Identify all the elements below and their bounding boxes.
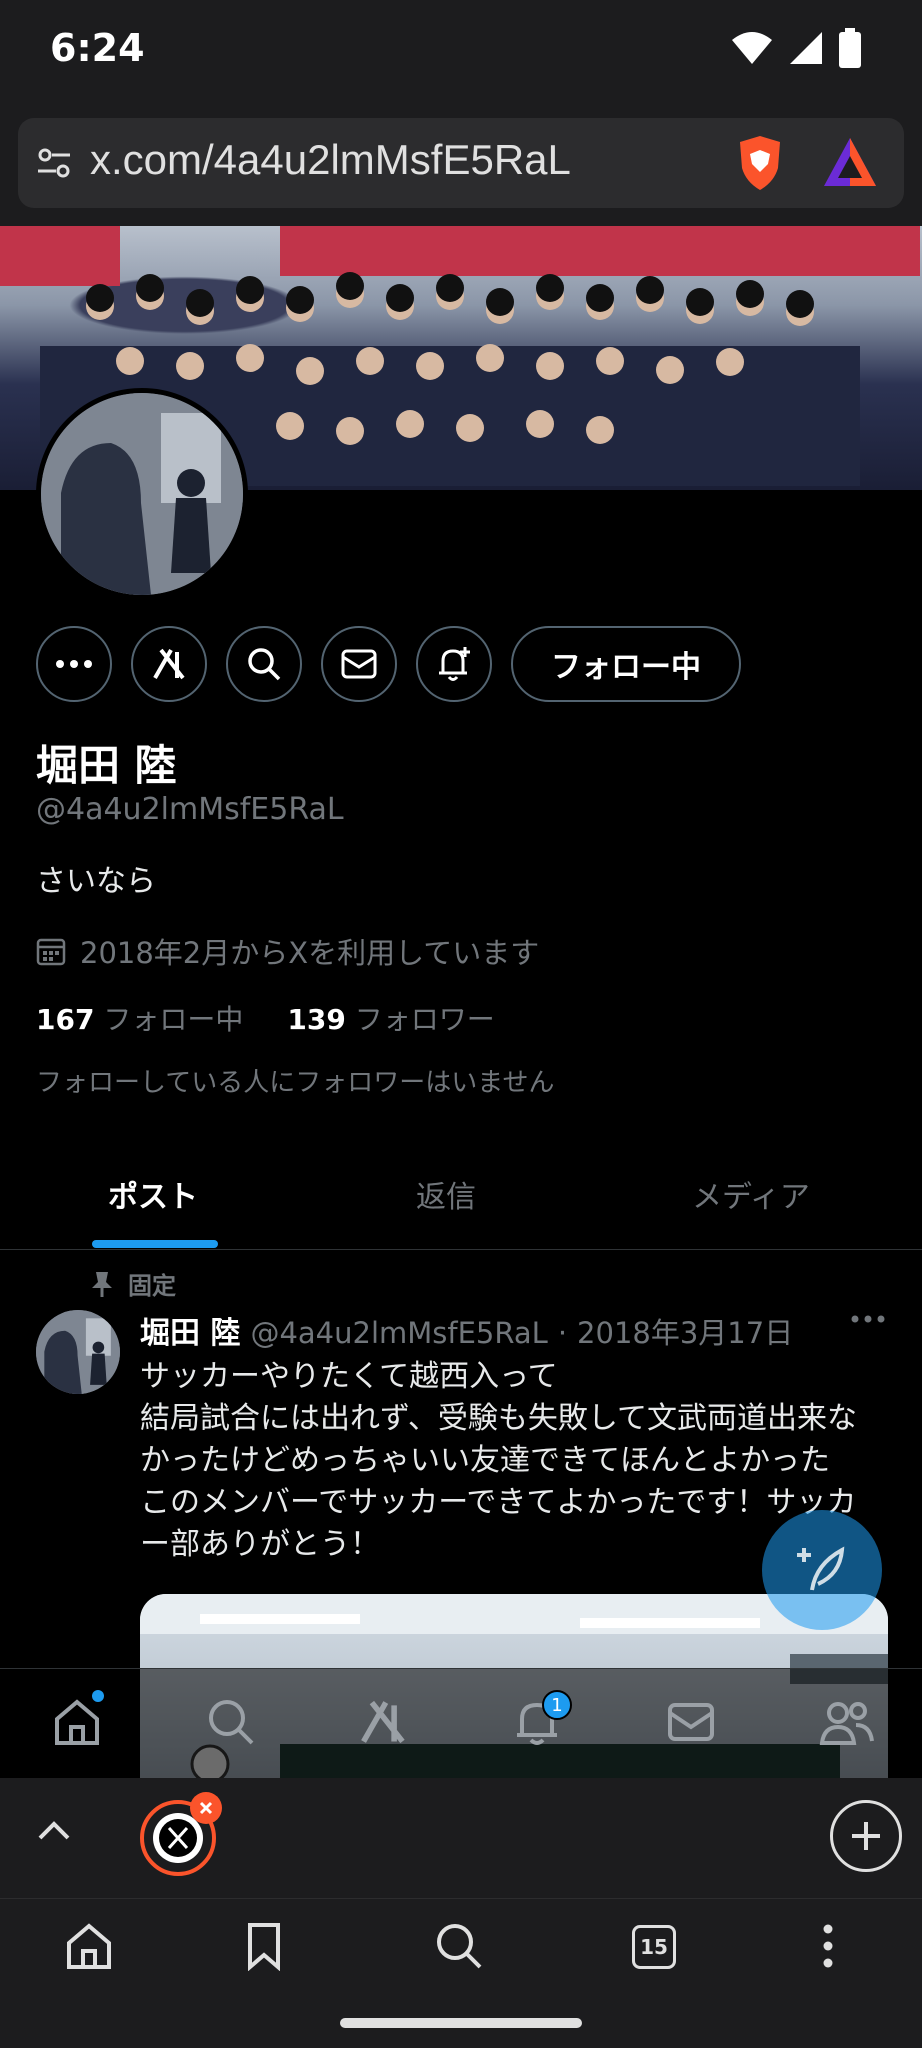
tab-media[interactable]: メディア xyxy=(692,1172,810,1216)
following-count: 167 xyxy=(36,1003,95,1036)
brave-shields-icon[interactable] xyxy=(734,134,786,192)
post-more-button[interactable] xyxy=(850,1310,886,1329)
feather-plus-icon xyxy=(797,1546,845,1591)
more-options-button[interactable] xyxy=(36,626,112,702)
post-date[interactable]: 2018年3月17日 xyxy=(577,1310,793,1352)
notification-badge: 1 xyxy=(542,1690,572,1720)
gesture-navigation-area xyxy=(0,1998,922,2048)
site-settings-icon[interactable] xyxy=(36,143,72,183)
active-tab-indicator xyxy=(92,1240,218,1248)
profile-bio: さいなら xyxy=(36,864,156,899)
pinned-indicator: 固定 xyxy=(90,1266,176,1301)
home-icon[interactable] xyxy=(52,1697,102,1747)
follow-counts: 167 フォロー中 139 フォロワー xyxy=(36,998,495,1038)
explore-search-icon[interactable] xyxy=(206,1697,256,1747)
post-header: 堀田 陸 @4a4u2lmMsfE5RaL · 2018年3月17日 xyxy=(140,1308,793,1352)
chevron-up-icon[interactable] xyxy=(36,1818,72,1842)
notifications-subscribe-button[interactable] xyxy=(416,626,492,702)
plus-icon xyxy=(852,1822,880,1850)
x-logo-icon xyxy=(159,1819,197,1857)
post-text-line: かったけどめっちゃいい友達できてほんとよかった xyxy=(140,1443,830,1478)
home-unread-dot xyxy=(92,1690,104,1702)
tab-count: 15 xyxy=(632,1925,676,1969)
browser-home-icon[interactable] xyxy=(64,1921,114,1971)
mutual-followers-note: フォローしている人にフォロワーはいません xyxy=(36,1068,555,1098)
gesture-handle[interactable] xyxy=(340,2018,582,2028)
search-icon xyxy=(248,648,281,681)
following-button[interactable]: フォロー中 xyxy=(511,626,741,702)
browser-top-bar: x.com/4a4u2lmMsfE5RaL xyxy=(0,100,922,226)
communities-icon[interactable] xyxy=(818,1697,874,1747)
status-bar: 6:24 xyxy=(0,0,922,100)
envelope-icon xyxy=(341,649,377,679)
post-text-line: このメンバーでサッカーできてよかったです！サッカ xyxy=(140,1485,857,1520)
status-time: 6:24 xyxy=(50,26,145,70)
kebab-menu-icon[interactable] xyxy=(818,1921,838,1971)
compose-post-button[interactable] xyxy=(762,1510,882,1630)
post-author-handle[interactable]: @4a4u2lmMsfE5RaL xyxy=(250,1316,547,1350)
message-button[interactable] xyxy=(321,626,397,702)
browser-tab-strip xyxy=(0,1778,922,1898)
post-separator: · xyxy=(557,1316,568,1350)
following-label: フォロー中 xyxy=(103,1003,244,1036)
close-icon xyxy=(199,1801,213,1815)
tab-switcher-button[interactable]: 15 xyxy=(632,1925,676,1969)
profile-tabs: ポスト 返信 メディア xyxy=(0,1150,922,1250)
browser-bottom-toolbar: 15 xyxy=(0,1898,922,1998)
ellipsis-icon xyxy=(56,660,92,668)
ellipsis-icon xyxy=(851,1315,885,1323)
joined-text: 2018年2月からXを利用しています xyxy=(80,936,540,970)
close-tab-button[interactable] xyxy=(190,1792,222,1824)
status-icons xyxy=(730,28,862,68)
brave-rewards-icon[interactable] xyxy=(822,136,878,190)
profile-joined-date: 2018年2月からXを利用しています xyxy=(36,930,539,972)
avatar-image xyxy=(36,1310,120,1394)
post-author-name[interactable]: 堀田 陸 xyxy=(140,1308,240,1352)
grok-icon xyxy=(153,648,185,680)
pin-icon xyxy=(92,1271,112,1297)
followers-count: 139 xyxy=(287,1003,346,1036)
wifi-icon xyxy=(732,32,772,64)
grok-button[interactable] xyxy=(131,626,207,702)
profile-action-row: フォロー中 xyxy=(36,626,741,702)
profile-display-name: 堀田 陸 xyxy=(36,741,177,790)
avatar-image xyxy=(41,393,243,595)
followers-label: フォロワー xyxy=(354,1003,495,1036)
tab-posts[interactable]: ポスト xyxy=(108,1172,198,1216)
post-text-line: サッカーやりたくて越西入って xyxy=(140,1359,558,1394)
new-tab-button[interactable] xyxy=(830,1800,902,1872)
tab-replies[interactable]: 返信 xyxy=(416,1172,476,1216)
browser-search-icon[interactable] xyxy=(434,1921,484,1971)
address-bar[interactable]: x.com/4a4u2lmMsfE5RaL xyxy=(18,118,904,208)
calendar-icon xyxy=(36,938,66,966)
profile-avatar[interactable] xyxy=(36,388,248,600)
x-bottom-navigation xyxy=(0,1668,922,1778)
messages-icon[interactable] xyxy=(666,1697,716,1747)
bookmark-icon[interactable] xyxy=(244,1921,284,1971)
cellular-signal-icon xyxy=(790,32,822,64)
search-profile-button[interactable] xyxy=(226,626,302,702)
pinned-label: 固定 xyxy=(128,1272,176,1300)
url-text[interactable]: x.com/4a4u2lmMsfE5RaL xyxy=(90,136,571,184)
post-text-line: 結局試合には出れず、受験も失敗して文武両道出来な xyxy=(140,1401,857,1436)
followers-count-link[interactable]: 139 フォロワー xyxy=(287,998,494,1038)
battery-icon xyxy=(839,28,861,68)
grok-icon[interactable] xyxy=(358,1697,408,1747)
following-count-link[interactable]: 167 フォロー中 xyxy=(36,998,243,1038)
bell-plus-icon xyxy=(439,647,470,681)
post-author-avatar[interactable] xyxy=(36,1310,120,1394)
profile-handle: @4a4u2lmMsfE5RaL xyxy=(36,792,344,827)
